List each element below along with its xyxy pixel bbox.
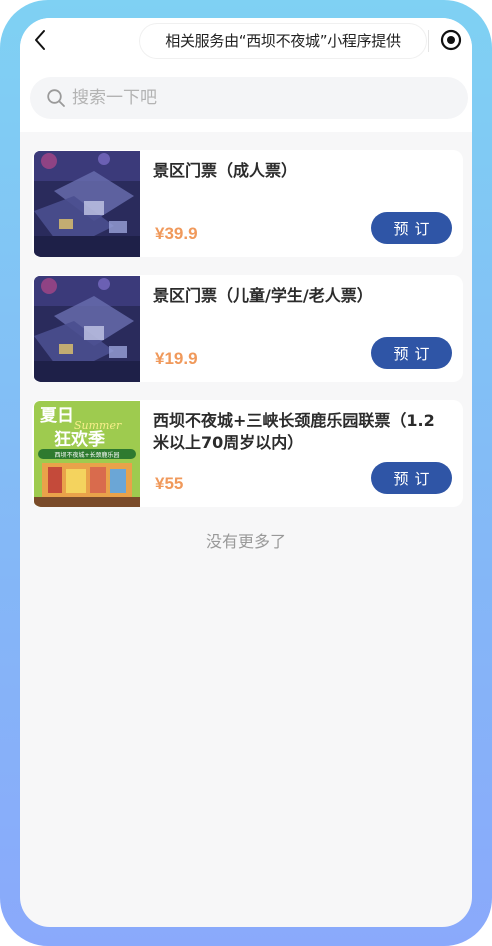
ticket-card[interactable]: 夏日 Summer 狂欢季 西坝不夜城+长颈鹿乐园 西坝不夜城+三峡长颈鹿乐园联… bbox=[32, 400, 463, 507]
ticket-price: ¥55 bbox=[155, 474, 184, 493]
screen: 相关服务由“西坝不夜城”小程序提供 搜索一下吧 景区门票（成人票） ¥39.9 … bbox=[20, 18, 472, 927]
book-button[interactable]: 预订 bbox=[371, 337, 452, 369]
target-icon[interactable] bbox=[440, 29, 462, 51]
ticket-thumbnail bbox=[34, 151, 140, 257]
provider-notice: 相关服务由“西坝不夜城”小程序提供 bbox=[140, 24, 426, 58]
search-area bbox=[20, 64, 472, 132]
ticket-title: 景区门票（儿童/学生/老人票） bbox=[153, 286, 373, 305]
poster-line1: 夏日 bbox=[40, 406, 74, 426]
ticket-price: ¥19.9 bbox=[155, 349, 198, 368]
no-more-text: 没有更多了 bbox=[205, 532, 286, 551]
ticket-card[interactable]: 景区门票（儿童/学生/老人票） ¥19.9 预订 bbox=[32, 275, 463, 382]
book-button[interactable]: 预订 bbox=[371, 212, 452, 244]
book-button[interactable]: 预订 bbox=[371, 462, 452, 494]
search-input[interactable] bbox=[72, 77, 452, 119]
search-box[interactable] bbox=[30, 77, 468, 119]
divider bbox=[428, 30, 429, 52]
device-frame: 相关服务由“西坝不夜城”小程序提供 搜索一下吧 景区门票（成人票） ¥39.9 … bbox=[0, 0, 492, 946]
poster-line2: 狂欢季 bbox=[54, 429, 105, 450]
poster-banner: 西坝不夜城+长颈鹿乐园 bbox=[54, 451, 119, 459]
ticket-card[interactable]: 景区门票（成人票） ¥39.9 预订 bbox=[32, 150, 463, 257]
back-icon[interactable] bbox=[30, 28, 52, 52]
ticket-price: ¥39.9 bbox=[155, 224, 198, 243]
ticket-title: 西坝不夜城+三峡长颈鹿乐园联票（1.2米以上70周岁以内） bbox=[153, 411, 435, 452]
ticket-title: 景区门票（成人票） bbox=[153, 161, 298, 180]
ticket-poster: 夏日 Summer 狂欢季 西坝不夜城+长颈鹿乐园 bbox=[34, 401, 140, 507]
ticket-thumbnail bbox=[34, 276, 140, 382]
top-bar: 相关服务由“西坝不夜城”小程序提供 bbox=[20, 18, 472, 64]
search-icon bbox=[47, 89, 65, 107]
